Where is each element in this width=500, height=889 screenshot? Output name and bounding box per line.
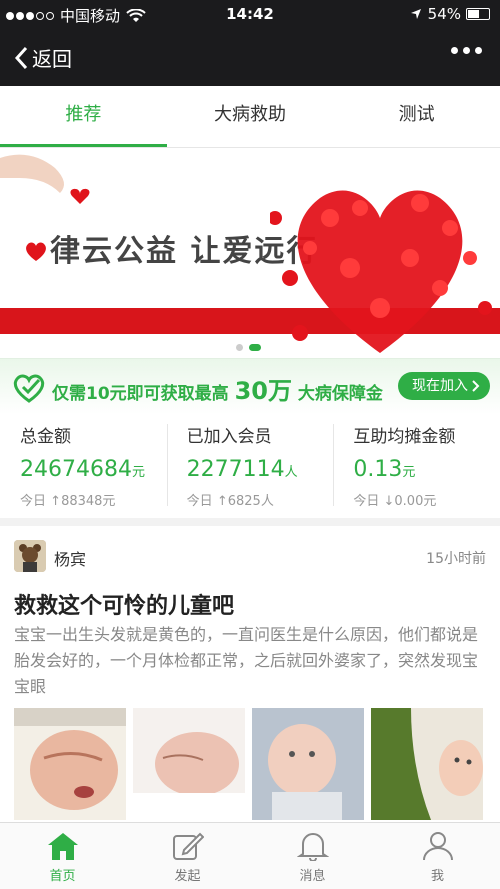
back-button[interactable]: 返回 [14, 43, 72, 72]
post-author[interactable]: 杨宾 [54, 546, 86, 570]
post-photo-baby-sleeping[interactable] [133, 708, 245, 820]
compose-icon [172, 832, 204, 860]
arrow-up-icon: ↑ [216, 494, 228, 509]
stat-title: 总金额 [20, 427, 71, 447]
bell-icon [296, 833, 329, 861]
stat-value: 0.13 [353, 457, 403, 482]
join-now-label: 现在加入 [412, 378, 468, 394]
tabbar-home[interactable]: 首页 [0, 823, 125, 889]
tabbar-label: 首页 [49, 869, 76, 884]
tabbar-compose[interactable]: 发起 [125, 823, 250, 889]
stat-unit: 元 [402, 465, 416, 480]
home-icon [47, 833, 78, 860]
stat-daily-value: 88348元 [61, 494, 116, 509]
promo-text: 仅需10元即可获取最高 30万 大病保障金 [52, 371, 383, 406]
heart-shield-icon [13, 374, 45, 403]
navigation-bar: 返回 [0, 28, 500, 86]
carousel-page-indicator [236, 344, 261, 351]
stat-members: 已加入会员 2277114人 今日 ↑6825人 [166, 414, 334, 518]
tabbar-messages[interactable]: 消息 [250, 823, 375, 889]
post-photo-baby-smiling[interactable] [252, 708, 364, 820]
back-label: 返回 [32, 47, 72, 71]
hand-holding-heart-image [0, 154, 90, 204]
more-icon[interactable] [446, 47, 482, 54]
category-tabs: 推荐 大病救助 测试 [0, 86, 500, 148]
status-bar: 中国移动 14:42 54% [0, 0, 500, 28]
carousel-dot-active[interactable] [249, 344, 261, 351]
heart-icon [26, 242, 46, 261]
stat-daily-prefix: 今日 [20, 494, 47, 509]
battery-icon [466, 8, 490, 20]
tab-recommended[interactable]: 推荐 [0, 86, 167, 147]
avatar[interactable] [14, 540, 46, 572]
stat-title: 互助均摊金额 [353, 427, 456, 447]
arrow-up-icon: ↑ [50, 494, 62, 509]
tabbar-label: 发起 [174, 869, 201, 884]
post-photo-baby-crying[interactable] [14, 708, 126, 820]
bottom-tab-bar: 首页 发起 消息 我 [0, 822, 500, 889]
stat-shared-amount: 互助均摊金额 0.13元 今日 ↓0.00元 [333, 414, 500, 518]
stat-value-row: 2277114人 [187, 457, 334, 482]
tabbar-label: 我 [430, 869, 444, 884]
stat-daily-prefix: 今日 [186, 494, 213, 509]
stat-daily-value: 0.00元 [394, 494, 437, 509]
stat-value: 24674684 [20, 457, 132, 482]
join-now-button[interactable]: 现在加入 [398, 372, 490, 400]
location-arrow-icon [410, 9, 421, 19]
tabbar-label: 消息 [299, 869, 326, 884]
post-body[interactable]: 宝宝一出生头发就是黄色的，一直问医生是什么原因，他们都说是胎发会好的，一个月体检… [14, 622, 488, 700]
chevron-right-icon [472, 380, 480, 392]
stat-daily: 今日 ↑88348元 [20, 490, 167, 509]
promo-banner: 仅需10元即可获取最高 30万 大病保障金 现在加入 [0, 358, 500, 414]
stat-value-row: 24674684元 [20, 457, 167, 482]
post-photo-baby-on-grass[interactable] [371, 708, 483, 820]
stat-daily-value: 6825人 [227, 494, 274, 509]
post-time: 15小时前 [426, 551, 486, 567]
battery-percent: 54% [427, 5, 461, 23]
stat-title: 已加入会员 [186, 427, 272, 447]
promo-text-prefix: 仅需10元即可获取最高 [52, 384, 229, 404]
stat-daily: 今日 ↑6825人 [187, 490, 334, 509]
heart-shaped-heart-cluster-image [270, 190, 492, 353]
stat-daily-prefix: 今日 [353, 494, 380, 509]
feed-post[interactable]: 杨宾 15小时前 救救这个可怜的儿童吧 宝宝一出生头发就是黄色的，一直问医生是什… [0, 526, 500, 822]
section-divider [0, 518, 500, 526]
chevron-left-icon [14, 46, 28, 69]
person-icon [422, 832, 453, 861]
promo-text-suffix: 大病保障金 [297, 384, 383, 404]
stat-total-amount: 总金额 24674684元 今日 ↑88348元 [0, 414, 167, 518]
post-title[interactable]: 救救这个可怜的儿童吧 [14, 588, 234, 620]
stat-value: 2277114 [186, 457, 285, 482]
carousel-dot[interactable] [236, 344, 243, 351]
promo-highlight-amount: 30万 [234, 377, 292, 405]
stat-unit: 人 [284, 465, 298, 480]
banner-carousel[interactable]: 律云公益 让爱远行 [0, 148, 500, 358]
fund-statistics: 总金额 24674684元 今日 ↑88348元 已加入会员 2277114人 … [0, 414, 500, 518]
post-image-gallery [14, 708, 500, 820]
arrow-down-icon: ↓ [383, 494, 395, 509]
stat-value-row: 0.13元 [353, 457, 500, 482]
bear-avatar-icon [14, 540, 46, 572]
tabbar-me[interactable]: 我 [375, 823, 500, 889]
stat-daily: 今日 ↓0.00元 [353, 490, 500, 509]
stat-unit: 元 [131, 465, 145, 480]
tab-critical-illness-aid[interactable]: 大病救助 [167, 86, 334, 147]
tab-test[interactable]: 测试 [333, 86, 500, 147]
